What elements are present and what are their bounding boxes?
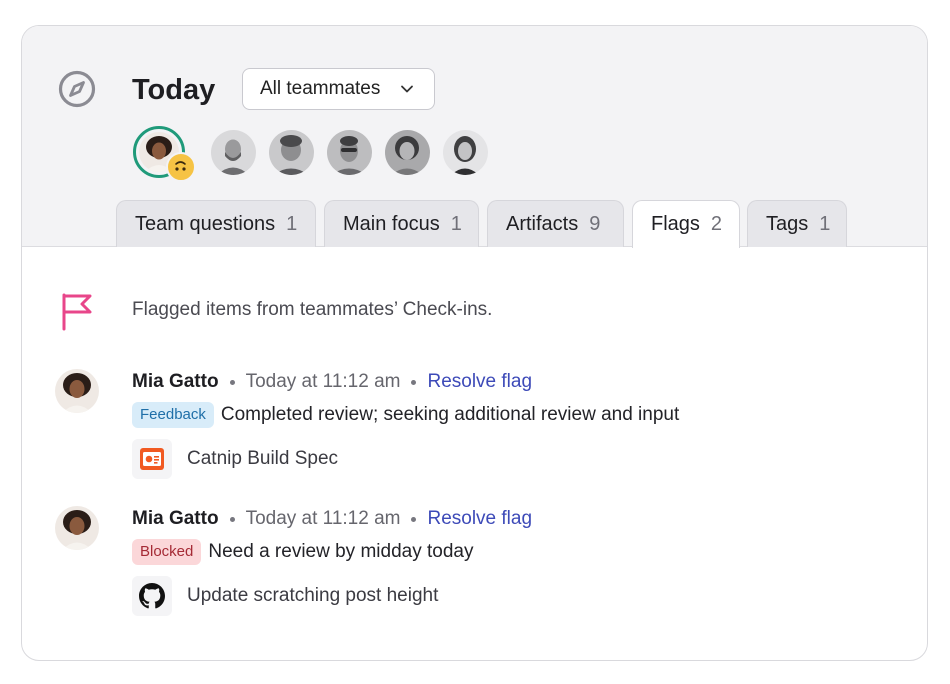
avatar[interactable]: [55, 369, 99, 413]
avatar-teammate-6[interactable]: [443, 130, 488, 175]
tab-label: Main focus: [343, 212, 440, 235]
avatar-teammate-5[interactable]: [385, 130, 430, 175]
attachment-label: Catnip Build Spec: [187, 448, 339, 469]
tab-count: 1: [819, 212, 831, 235]
message-text: Need a review by midday today: [208, 541, 474, 562]
tab-label: Team questions: [135, 212, 276, 235]
attachment-link[interactable]: Update scratching post height: [132, 576, 438, 616]
avatar-teammate-4[interactable]: [327, 130, 372, 175]
avatar-teammate-2[interactable]: [211, 130, 256, 175]
attachment-label: Update scratching post height: [187, 585, 439, 606]
status-badge: Blocked: [132, 539, 202, 565]
flags-intro-text: Flagged items from teammates’ Check-ins.: [132, 299, 493, 320]
resolve-flag-link[interactable]: Resolve flag: [427, 371, 532, 393]
tab-artifacts[interactable]: Artifacts 9: [487, 200, 624, 247]
entry-meta: Mia Gatto Today at 11:12 am Resolve flag: [132, 506, 532, 532]
card-header: Today All teammates Team questions 1 Mai…: [22, 26, 927, 248]
resolve-flag-link[interactable]: Resolve flag: [427, 508, 532, 530]
avatar-teammate-3[interactable]: [269, 130, 314, 175]
tab-main-focus[interactable]: Main focus 1: [324, 200, 479, 247]
timestamp: Today at 11:12 am: [245, 508, 401, 529]
entry-message: Feedback Completed review; seeking addit…: [132, 402, 679, 428]
tab-count: 1: [286, 212, 298, 235]
page-title: Today: [132, 74, 216, 106]
dropdown-label: All teammates: [260, 78, 381, 99]
tab-count: 1: [450, 212, 462, 235]
entry-meta: Mia Gatto Today at 11:12 am Resolve flag: [132, 369, 532, 395]
chevron-down-icon: [401, 85, 413, 93]
compass-icon: [58, 70, 96, 108]
slides-icon: [132, 439, 172, 479]
tab-label: Tags: [766, 212, 809, 235]
status-badge: Feedback: [132, 402, 214, 428]
tab-flags[interactable]: Flags 2: [632, 200, 740, 248]
github-icon: [132, 576, 172, 616]
upside-down-face-icon: [175, 161, 186, 171]
separator-dot: [411, 379, 417, 385]
entry-message: Blocked Need a review by midday today: [132, 539, 473, 565]
author-name[interactable]: Mia Gatto: [132, 371, 219, 393]
tab-label: Flags: [651, 213, 700, 235]
message-text: Completed review; seeking additional rev…: [220, 404, 680, 425]
tab-label: Artifacts: [506, 212, 579, 235]
checkins-card: Today All teammates Team questions 1 Mai…: [21, 25, 928, 661]
author-name[interactable]: Mia Gatto: [132, 508, 219, 530]
separator-dot: [229, 516, 235, 522]
tab-tags[interactable]: Tags 1: [747, 200, 847, 247]
teammates-filter-dropdown[interactable]: All teammates: [242, 68, 435, 110]
status-emoji-badge: [166, 152, 196, 182]
avatar[interactable]: [55, 506, 99, 550]
tab-count: 9: [589, 212, 601, 235]
flag-icon: [62, 293, 92, 331]
timestamp: Today at 11:12 am: [245, 371, 401, 392]
separator-dot: [411, 516, 417, 522]
tab-team-questions[interactable]: Team questions 1: [116, 200, 316, 247]
tab-count: 2: [710, 213, 723, 235]
separator-dot: [229, 379, 235, 385]
attachment-link[interactable]: Catnip Build Spec: [132, 439, 338, 479]
